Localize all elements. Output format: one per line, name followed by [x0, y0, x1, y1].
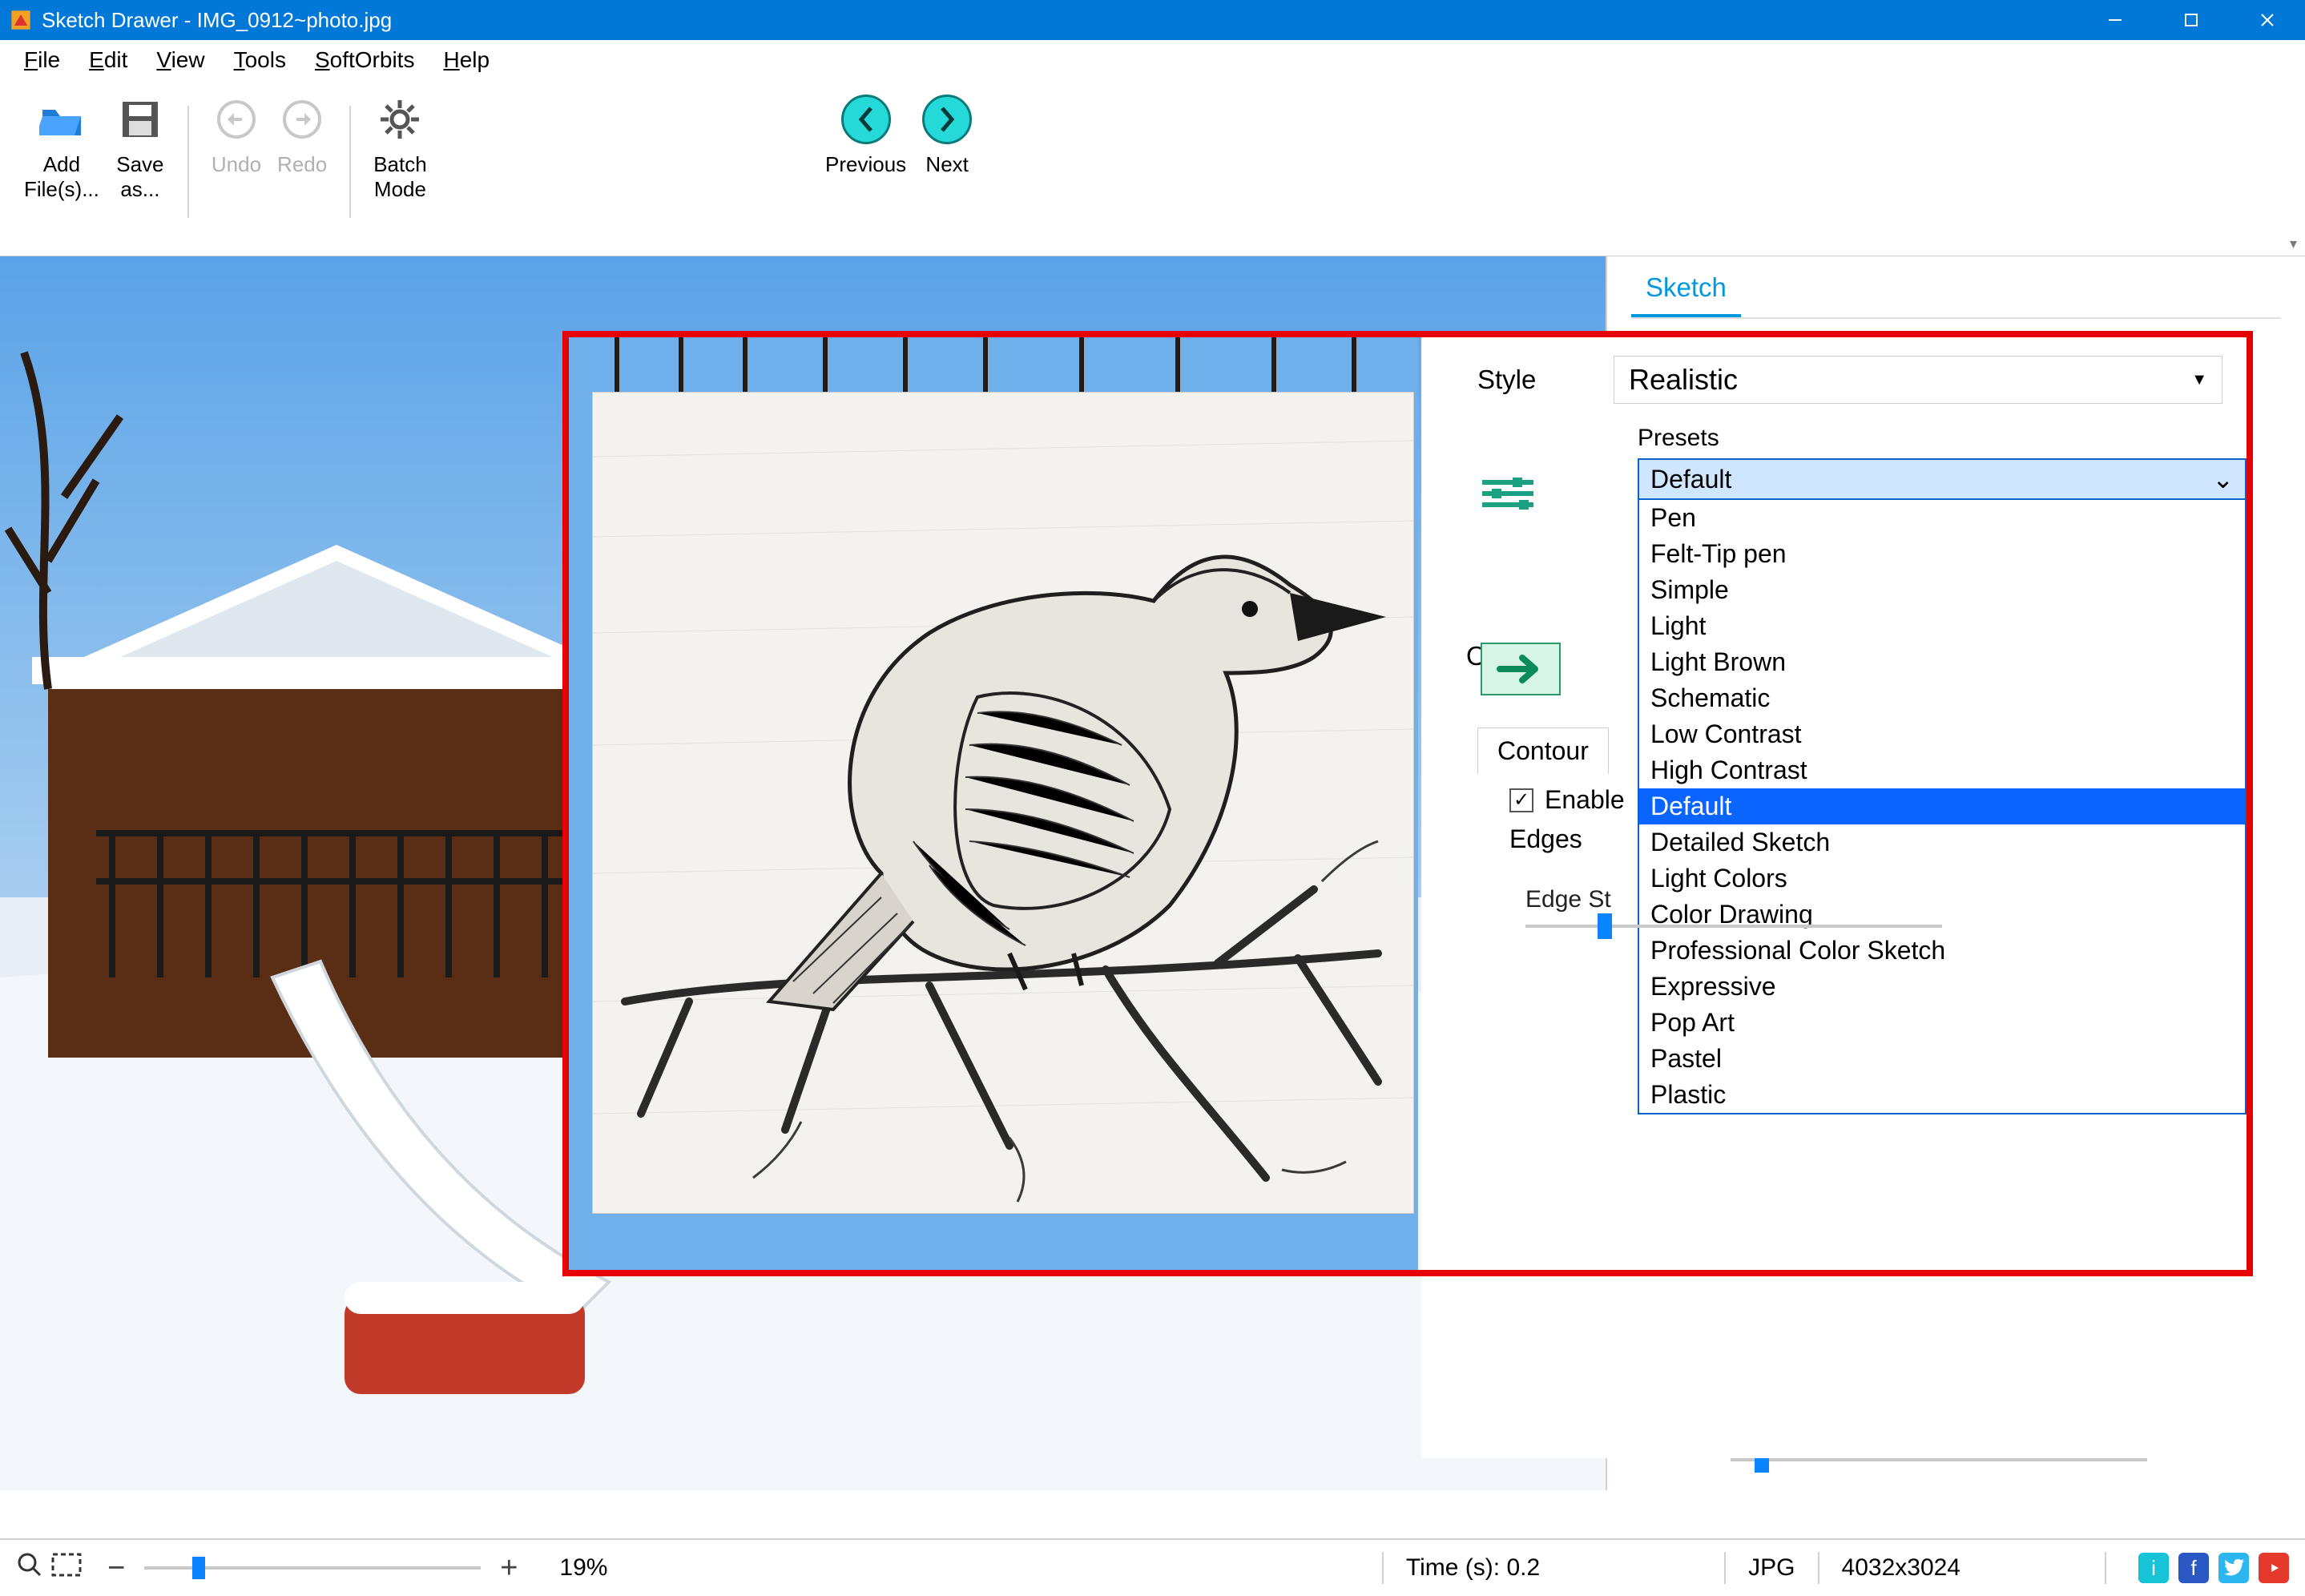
- edge-strength-label: Edge St: [1525, 886, 1942, 913]
- preset-option[interactable]: Plastic: [1639, 1077, 2245, 1113]
- run-button[interactable]: [1481, 643, 1561, 695]
- add-files-label: Add File(s)...: [24, 152, 99, 202]
- dimensions-label: 4032x3024: [1842, 1554, 1960, 1582]
- menu-softorbits[interactable]: SoftOrbits: [315, 47, 415, 73]
- toolbar-separator: [349, 106, 351, 218]
- next-label: Next: [925, 152, 968, 177]
- chevron-left-icon: [841, 95, 891, 144]
- undo-button[interactable]: Undo: [204, 90, 269, 182]
- tab-contour[interactable]: Contour: [1477, 727, 1609, 774]
- menu-tools[interactable]: Tools: [234, 47, 286, 73]
- enable-label: Enable: [1545, 785, 1625, 815]
- zoom-actual-icon[interactable]: [16, 1551, 43, 1585]
- status-bar: − + 19% Time (s): 0.2 JPG 4032x3024 i f: [0, 1538, 2305, 1596]
- preset-dropdown[interactable]: Default ⌄: [1638, 458, 2247, 500]
- preset-option[interactable]: Pen: [1639, 500, 2245, 536]
- format-label: JPG: [1748, 1554, 1795, 1582]
- style-dropdown[interactable]: Realistic ▼: [1614, 356, 2222, 404]
- minimize-button[interactable]: [2077, 0, 2153, 40]
- window-title: Sketch Drawer - IMG_0912~photo.jpg: [42, 8, 392, 33]
- tab-sketch[interactable]: Sketch: [1631, 264, 1741, 317]
- toolbar: Add File(s)... Save as... Undo Redo Batc…: [0, 80, 2305, 256]
- style-value: Realistic: [1629, 363, 1738, 397]
- redo-icon: [277, 95, 327, 144]
- preset-option[interactable]: Felt-Tip pen: [1639, 536, 2245, 572]
- previous-button[interactable]: Previous: [817, 90, 914, 182]
- zoom-fit-icon[interactable]: [51, 1553, 82, 1583]
- app-icon: [10, 9, 32, 31]
- presets-label: Presets: [1638, 425, 2222, 452]
- edge-strength-slider[interactable]: [1525, 925, 1942, 928]
- checkbox-checked-icon: ✓: [1509, 788, 1533, 812]
- maximize-button[interactable]: [2153, 0, 2229, 40]
- facebook-icon[interactable]: f: [2178, 1553, 2209, 1583]
- preset-option[interactable]: Light: [1639, 608, 2245, 644]
- add-files-button[interactable]: Add File(s)...: [16, 90, 107, 207]
- chevron-down-icon: ▼: [2191, 371, 2207, 389]
- zoom-slider[interactable]: [144, 1566, 481, 1570]
- sketch-preview: [593, 393, 1413, 1213]
- style-label: Style: [1477, 365, 1614, 395]
- preset-option[interactable]: Pastel: [1639, 1041, 2245, 1077]
- menu-help[interactable]: Help: [443, 47, 490, 73]
- twitter-icon[interactable]: [2218, 1553, 2249, 1583]
- redo-button[interactable]: Redo: [269, 90, 335, 182]
- menu-view[interactable]: View: [156, 47, 204, 73]
- zoom-percent: 19%: [559, 1554, 607, 1582]
- edges-label: Edges: [1509, 824, 1942, 854]
- batch-mode-button[interactable]: Batch Mode: [365, 90, 435, 207]
- enable-checkbox-row[interactable]: ✓ Enable: [1509, 785, 1942, 815]
- preset-option[interactable]: Schematic: [1639, 680, 2245, 716]
- undo-label: Undo: [212, 152, 261, 177]
- time-label: Time (s): 0.2: [1406, 1554, 1540, 1582]
- menu-bar: File Edit View Tools SoftOrbits Help: [0, 40, 2305, 80]
- undo-icon: [212, 95, 261, 144]
- next-button[interactable]: Next: [914, 90, 980, 182]
- previous-label: Previous: [825, 152, 906, 177]
- sketch-options-panel: Style Realistic ▼ Presets Default ⌄ PenF…: [1421, 337, 2247, 1458]
- zoom-out-button[interactable]: −: [98, 1551, 135, 1586]
- bird-sketch-image: [593, 393, 1413, 1213]
- arrow-right-icon: [1481, 643, 1561, 695]
- zoom-in-button[interactable]: +: [490, 1551, 527, 1586]
- batch-mode-label: Batch Mode: [373, 152, 427, 202]
- close-button[interactable]: [2229, 0, 2305, 40]
- toolbar-separator: [187, 106, 189, 218]
- menu-edit[interactable]: Edit: [89, 47, 127, 73]
- chevron-down-icon: ⌄: [2212, 464, 2234, 494]
- preset-option[interactable]: Expressive: [1639, 969, 2245, 1005]
- redo-label: Redo: [277, 152, 327, 177]
- floppy-icon: [115, 95, 165, 144]
- toolbar-overflow-icon[interactable]: ▾: [2290, 236, 2297, 252]
- save-as-button[interactable]: Save as...: [107, 90, 173, 207]
- title-bar: Sketch Drawer - IMG_0912~photo.jpg: [0, 0, 2305, 40]
- preset-selected-value: Default: [1650, 465, 1731, 494]
- preset-option[interactable]: Low Contrast: [1639, 716, 2245, 752]
- preset-option[interactable]: Pop Art: [1639, 1005, 2245, 1041]
- youtube-icon[interactable]: [2259, 1553, 2289, 1583]
- stroke-thickness-slider[interactable]: [1731, 1458, 2147, 1461]
- menu-file[interactable]: File: [24, 47, 60, 73]
- save-as-label: Save as...: [116, 152, 163, 202]
- folder-open-icon: [37, 95, 87, 144]
- sliders-icon[interactable]: [1477, 473, 1538, 518]
- chevron-right-icon: [922, 95, 972, 144]
- preset-option[interactable]: Simple: [1639, 572, 2245, 608]
- info-icon[interactable]: i: [2138, 1553, 2169, 1583]
- main-area: Sketch: [0, 256, 2305, 1490]
- preset-option[interactable]: Light Brown: [1639, 644, 2245, 680]
- gear-icon: [375, 95, 425, 144]
